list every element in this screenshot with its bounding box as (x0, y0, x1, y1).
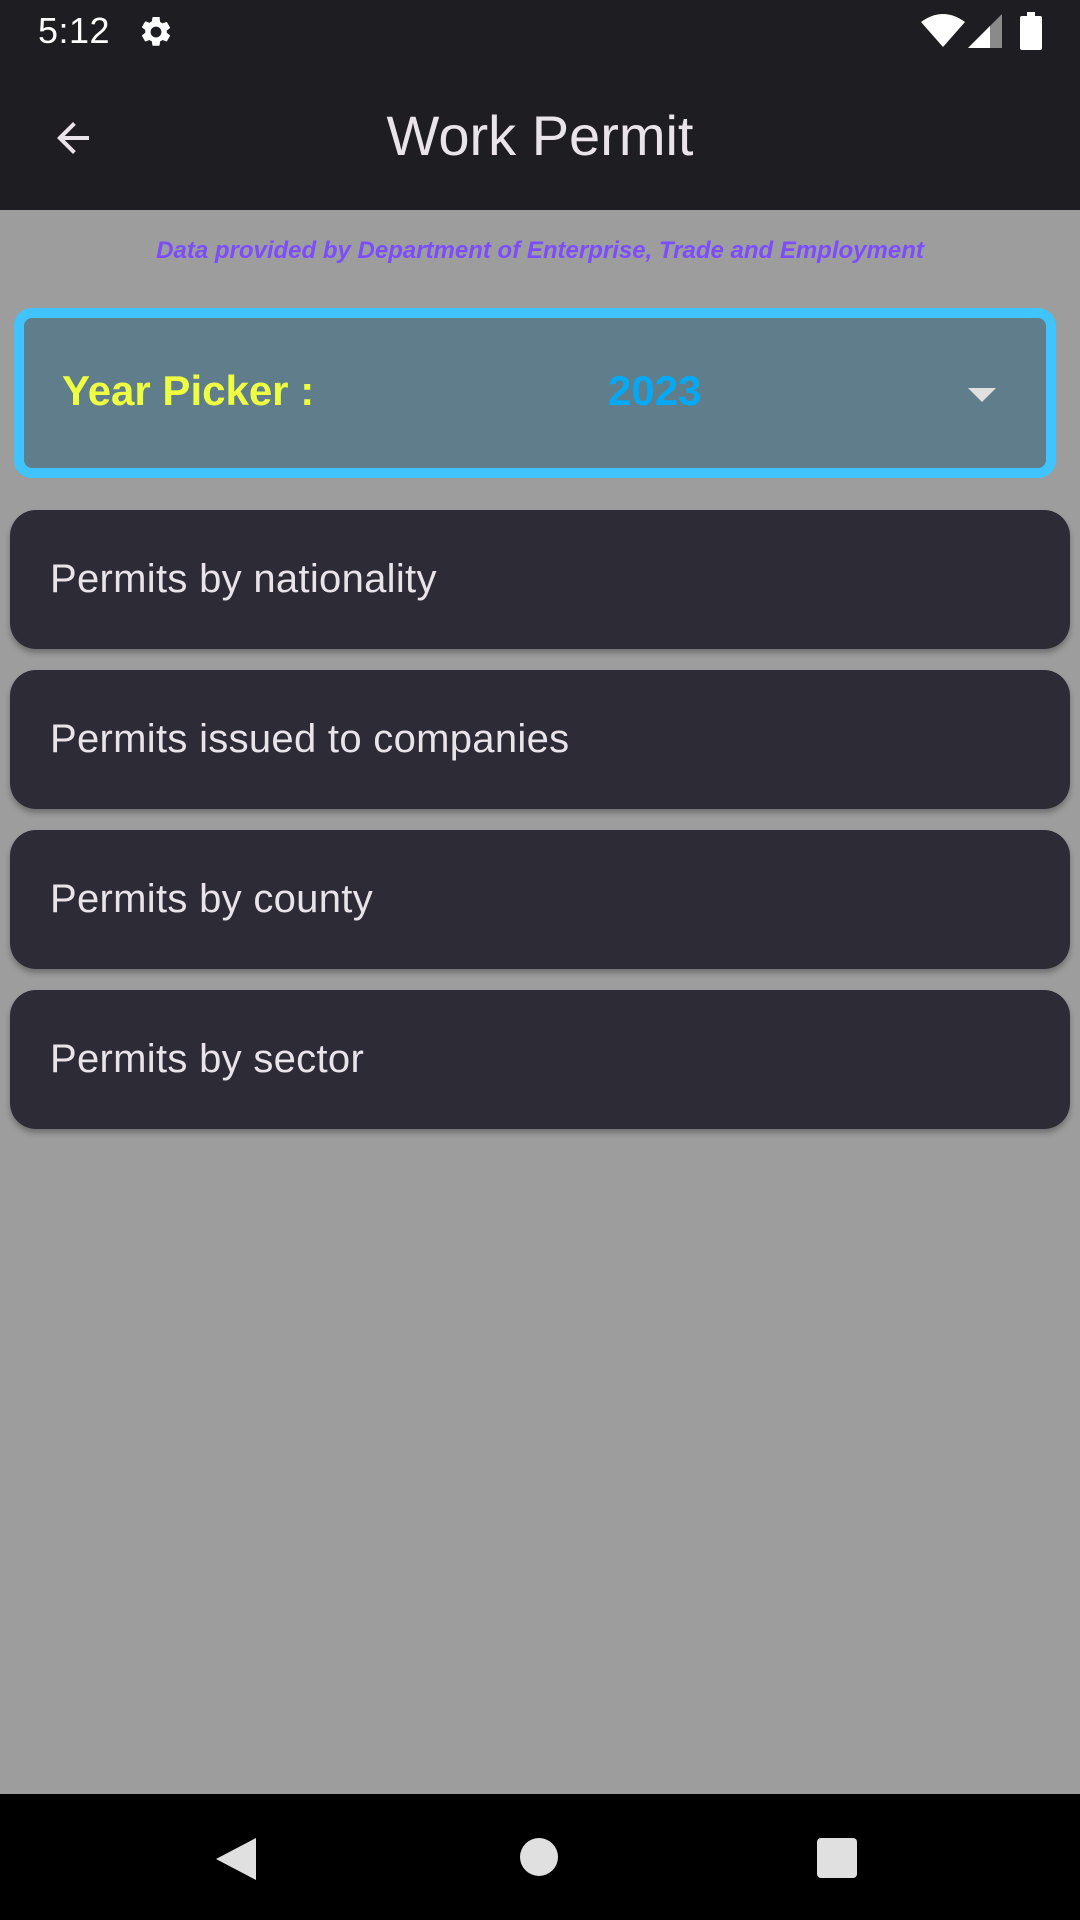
year-picker-label: Year Picker : (62, 367, 315, 414)
option-label: Permits by county (50, 877, 373, 921)
permits-by-county-card[interactable]: Permits by county (10, 830, 1070, 969)
permits-issued-to-companies-card[interactable]: Permits issued to companies (10, 670, 1070, 809)
page-title: Work Permit (386, 104, 694, 167)
year-picker-value[interactable]: 2023 (608, 364, 701, 418)
nav-home-icon[interactable] (520, 1838, 558, 1876)
battery-icon (1020, 12, 1042, 50)
gear-icon (141, 16, 171, 46)
app-bar: Work Permit (0, 63, 1080, 210)
permits-by-nationality-card[interactable]: Permits by nationality (10, 510, 1070, 649)
option-label: Permits by sector (50, 1037, 365, 1081)
nav-recents-icon[interactable] (817, 1838, 857, 1878)
status-time: 5:12 (38, 10, 111, 51)
year-picker[interactable]: Year Picker : 2023 (14, 308, 1056, 478)
wifi-icon (921, 14, 965, 47)
option-label: Permits issued to companies (50, 717, 570, 761)
navigation-bar (0, 1794, 1080, 1920)
option-label: Permits by nationality (50, 557, 437, 601)
permits-by-sector-card[interactable]: Permits by sector (10, 990, 1070, 1129)
nav-back-icon[interactable] (214, 1836, 258, 1882)
dropdown-arrow-icon[interactable] (968, 388, 996, 402)
data-attribution: Data provided by Department of Enterpris… (156, 237, 924, 264)
signal-icon (968, 14, 1002, 48)
status-bar: 5:12 (0, 0, 1080, 63)
